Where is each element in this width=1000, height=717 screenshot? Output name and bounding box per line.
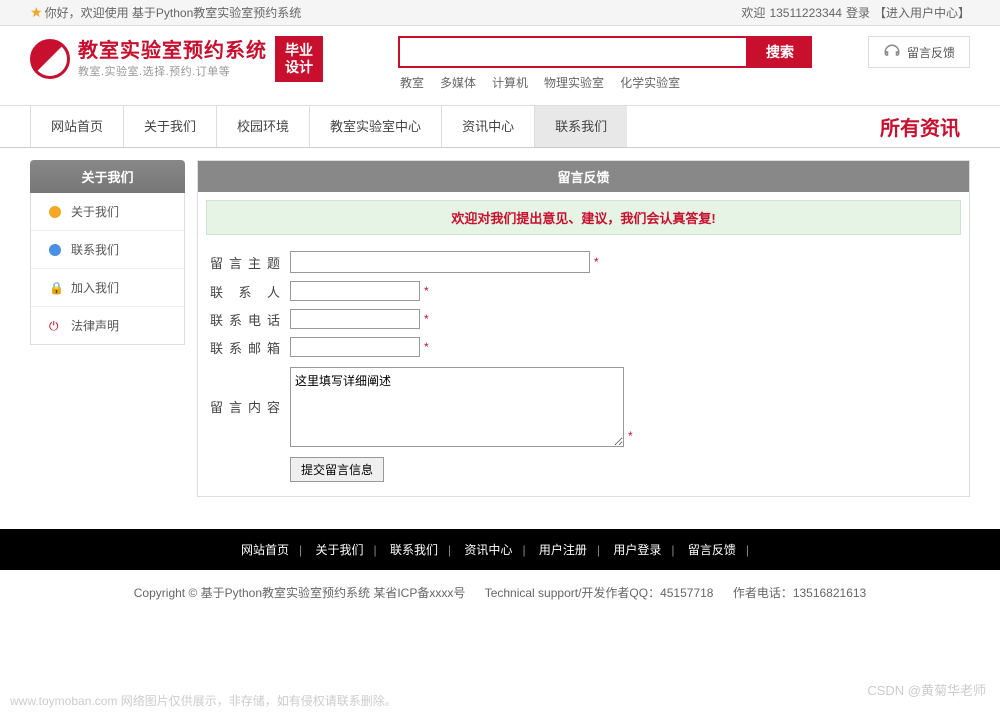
main-content: 关于我们 关于我们 联系我们 🔒 加入我们 ⏻ 法律声明 留言反馈 欢迎对我们提… [0,148,1000,509]
footer-link[interactable]: 联系我们 [390,543,438,557]
sidebar-item-about[interactable]: 关于我们 [31,193,184,231]
top-bar-left: ★ 你好，欢迎使用 基于Python教室实验室预约系统 [30,4,301,21]
form-row-subject: 留言主题 * [210,247,957,277]
form-row-phone: 联系电话 * [210,305,957,333]
search-cat[interactable]: 多媒体 [440,74,476,91]
copyright: Copyright © 基于Python教室实验室预约系统 某省ICP备xxxx… [134,586,466,600]
form-row-email: 联系邮箱 * [210,333,957,361]
nav-about[interactable]: 关于我们 [123,106,216,147]
label-subject: 留言主题 [210,253,280,272]
content-title: 留言反馈 [198,161,969,192]
sidebar: 关于我们 关于我们 联系我们 🔒 加入我们 ⏻ 法律声明 [30,160,185,497]
required-mark: * [628,429,633,443]
nav-campus[interactable]: 校园环境 [216,106,309,147]
search-button[interactable]: 搜索 [748,36,812,68]
search-input[interactable] [398,36,748,68]
sidebar-item-label: 联系我们 [71,241,119,258]
feedback-button[interactable]: 留言反馈 [868,36,970,68]
header: 教室实验室预约系统 教室.实验室.选择.预约.订单等 毕业 设计 搜索 教室 多… [0,26,1000,105]
footer-link[interactable]: 关于我们 [315,543,363,557]
watermark-right: CSDN @黄菊华老师 [867,680,986,699]
footer-nav: 网站首页| 关于我们| 联系我们| 资讯中心| 用户注册| 用户登录| 留言反馈… [0,529,1000,570]
tech-support: Technical support/开发作者QQ：45157718 [485,586,714,600]
input-email[interactable] [290,337,420,357]
dot-icon [49,244,61,256]
site-subtitle: 教室.实验室.选择.预约.订单等 [78,63,267,79]
label-email: 联系邮箱 [210,338,280,357]
required-mark: * [424,340,429,354]
sidebar-item-join[interactable]: 🔒 加入我们 [31,269,184,307]
user-center-link[interactable]: 【进入用户中心】 [874,4,970,21]
search-categories: 教室 多媒体 计算机 物理实验室 化学实验室 [398,68,853,97]
label-phone: 联系电话 [210,310,280,329]
input-subject[interactable] [290,251,590,273]
headset-icon [883,43,901,61]
search-cat[interactable]: 物理实验室 [544,74,604,91]
greeting-text: 你好，欢迎使用 基于Python教室实验室预约系统 [45,4,302,21]
search-cat[interactable]: 教室 [400,74,424,91]
feedback-form: 留言主题 * 联 系 人 * 联系电话 * 联系邮箱 * 留言内容 [198,243,969,496]
logo-icon [30,39,70,79]
feedback-label: 留言反馈 [907,44,955,61]
welcome-label: 欢迎 [741,4,765,21]
input-phone[interactable] [290,309,420,329]
content-panel: 留言反馈 欢迎对我们提出意见、建议，我们会认真答复! 留言主题 * 联 系 人 … [197,160,970,497]
sidebar-item-label: 法律声明 [71,317,119,334]
watermark-left: www.toymoban.com 网络图片仅供展示，非存储，如有侵权请联系删除。 [10,692,397,709]
footer-link[interactable]: 资讯中心 [464,543,512,557]
label-body: 留言内容 [210,367,280,416]
welcome-message: 欢迎对我们提出意见、建议，我们会认真答复! [206,200,961,235]
sidebar-item-label: 加入我们 [71,279,119,296]
nav-home[interactable]: 网站首页 [30,106,123,147]
form-row-contact: 联 系 人 * [210,277,957,305]
nav-lab-center[interactable]: 教室实验室中心 [309,106,441,147]
textarea-body[interactable] [290,367,624,447]
author-phone: 作者电话：13516821613 [733,586,866,600]
search-block: 搜索 教室 多媒体 计算机 物理实验室 化学实验室 [398,36,853,97]
required-mark: * [424,312,429,326]
sidebar-title: 关于我们 [30,160,185,193]
logo-badge: 毕业 设计 [275,36,323,82]
footer-link[interactable]: 用户登录 [613,543,661,557]
dot-icon [49,206,61,218]
label-contact: 联 系 人 [210,282,280,301]
power-icon: ⏻ [49,320,61,332]
sidebar-item-contact[interactable]: 联系我们 [31,231,184,269]
top-bar-right: 欢迎 13511223344 登录 【进入用户中心】 [741,4,970,21]
star-icon: ★ [30,4,43,21]
logo-block[interactable]: 教室实验室预约系统 教室.实验室.选择.预约.订单等 毕业 设计 [30,36,323,82]
footer-link[interactable]: 网站首页 [241,543,289,557]
search-cat[interactable]: 化学实验室 [620,74,680,91]
lock-icon: 🔒 [49,282,61,294]
user-phone: 13511223344 [769,6,842,20]
login-link[interactable]: 登录 [846,4,870,21]
sidebar-item-legal[interactable]: ⏻ 法律声明 [31,307,184,344]
sidebar-body: 关于我们 联系我们 🔒 加入我们 ⏻ 法律声明 [30,193,185,345]
nav-all-news[interactable]: 所有资讯 [870,106,970,147]
required-mark: * [424,284,429,298]
search-row: 搜索 [398,36,853,68]
site-title: 教室实验室预约系统 [78,39,267,63]
nav-news[interactable]: 资讯中心 [441,106,534,147]
sidebar-item-label: 关于我们 [71,203,119,220]
main-nav: 网站首页 关于我们 校园环境 教室实验室中心 资讯中心 联系我们 所有资讯 [0,105,1000,148]
top-bar: ★ 你好，欢迎使用 基于Python教室实验室预约系统 欢迎 135112233… [0,0,1000,26]
submit-button[interactable]: 提交留言信息 [290,457,384,482]
nav-contact[interactable]: 联系我们 [534,106,627,147]
footer-link[interactable]: 留言反馈 [688,543,736,557]
footer-info: Copyright © 基于Python教室实验室预约系统 某省ICP备xxxx… [0,570,1000,615]
form-row-body: 留言内容 * [210,361,957,451]
input-contact[interactable] [290,281,420,301]
logo-text: 教室实验室预约系统 教室.实验室.选择.预约.订单等 [78,39,267,79]
footer-link[interactable]: 用户注册 [539,543,587,557]
search-cat[interactable]: 计算机 [492,74,528,91]
required-mark: * [594,255,599,269]
